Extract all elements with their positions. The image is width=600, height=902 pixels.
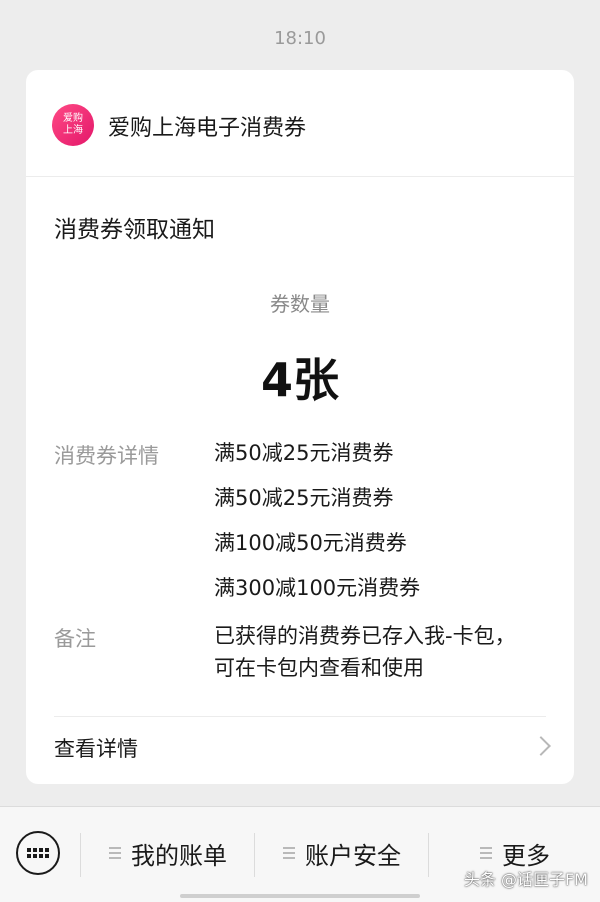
menu-lines-icon: [480, 847, 492, 859]
coupon-item: 满300减100元消费券: [214, 576, 421, 600]
menu-separator: [428, 833, 429, 877]
logo-text-line1: 爱购: [63, 113, 83, 124]
chevron-right-icon: [531, 736, 551, 756]
app-logo-icon: 爱购 上海: [52, 104, 94, 146]
message-card: 爱购 上海 爱购上海电子消费券 消费券领取通知 券数量 4张 消费券详情 满50…: [26, 70, 574, 784]
remark-label: 备注: [54, 627, 96, 651]
menu-item-label: 我的账单: [131, 841, 227, 870]
menu-lines-icon: [283, 847, 295, 859]
app-name: 爱购上海电子消费券: [108, 116, 307, 141]
view-details-link[interactable]: 查看详情: [26, 717, 574, 784]
card-header[interactable]: 爱购 上海 爱购上海电子消费券: [26, 70, 574, 177]
notice-title: 消费券领取通知: [54, 217, 215, 243]
menu-item-security[interactable]: 账户安全: [256, 825, 428, 881]
coupon-list: 满50减25元消费券 满50减25元消费券 满100减50元消费券 满300减1…: [214, 438, 420, 618]
coupon-item: 满50减25元消费券: [214, 486, 394, 510]
home-indicator: [180, 894, 420, 898]
menu-item-bill[interactable]: 我的账单: [82, 825, 254, 881]
remark-text: 已获得的消费券已存入我-卡包，可在卡包内查看和使用: [214, 624, 516, 680]
menu-item-label: 账户安全: [305, 841, 401, 870]
status-time: 18:10: [274, 28, 326, 49]
keyboard-icon: [27, 848, 49, 858]
keyboard-toggle-button[interactable]: [16, 831, 60, 875]
quantity-label: 券数量: [270, 292, 330, 316]
view-details-label: 查看详情: [54, 737, 138, 761]
quantity-value: 4张: [260, 353, 339, 407]
details-label: 消费券详情: [54, 444, 159, 468]
coupon-item: 满50减25元消费券: [214, 441, 394, 465]
menu-separator: [80, 833, 81, 877]
logo-text-line2: 上海: [63, 125, 83, 136]
menu-lines-icon: [109, 847, 121, 859]
menu-separator: [254, 833, 255, 877]
watermark: 头条 @话匣子FM: [463, 870, 588, 889]
coupon-item: 满100减50元消费券: [214, 531, 407, 555]
